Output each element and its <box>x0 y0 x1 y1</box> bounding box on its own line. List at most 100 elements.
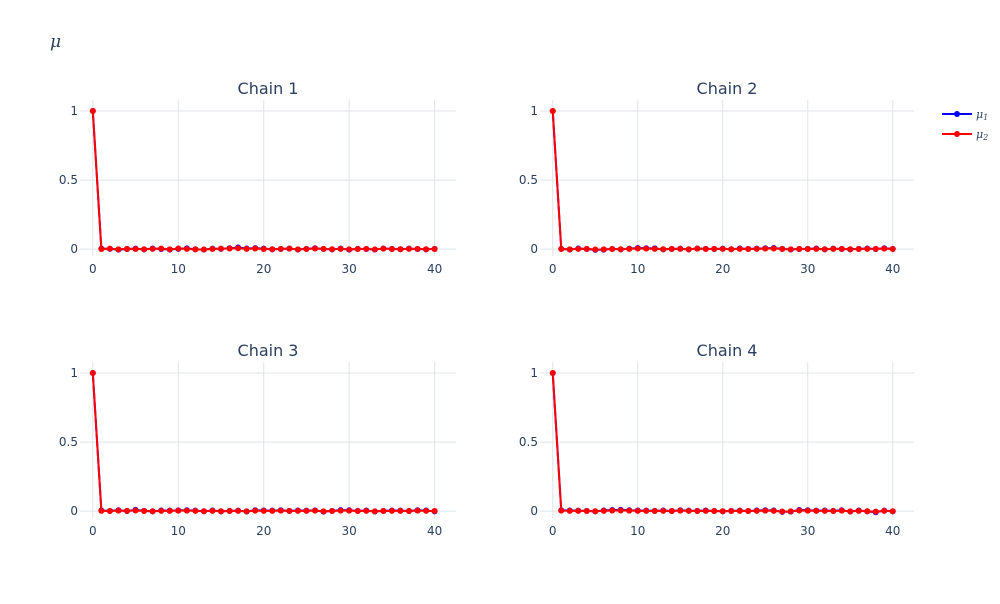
x-tick-label: 30 <box>800 262 815 276</box>
data-point <box>566 246 573 253</box>
data-point <box>634 245 641 252</box>
y-tick-label: 1 <box>530 366 538 380</box>
data-point <box>745 245 752 252</box>
data-point <box>209 507 216 514</box>
data-point <box>132 507 139 514</box>
data-point <box>677 507 684 514</box>
data-point <box>431 245 438 252</box>
data-point <box>303 245 310 252</box>
legend-label: μ1 <box>976 108 988 122</box>
data-point <box>183 507 190 514</box>
data-point <box>269 246 276 253</box>
data-point <box>218 245 224 252</box>
y-tick-label: 0 <box>530 504 538 518</box>
data-point <box>643 507 650 514</box>
data-point <box>796 507 803 514</box>
data-point <box>838 245 845 252</box>
data-point <box>711 245 718 252</box>
data-point <box>549 370 556 377</box>
data-point <box>558 507 565 514</box>
data-point <box>346 507 353 514</box>
data-point <box>745 507 752 514</box>
data-point <box>617 246 624 253</box>
data-point <box>303 507 310 514</box>
data-point <box>226 245 233 252</box>
legend-item: μ2 <box>942 128 988 142</box>
data-point <box>423 246 430 253</box>
data-point <box>592 508 599 515</box>
y-tick-label: 0 <box>70 242 78 256</box>
data-point <box>124 245 130 252</box>
data-point <box>813 245 820 252</box>
data-point <box>175 245 182 252</box>
data-point <box>175 507 182 514</box>
data-point <box>337 507 344 514</box>
data-point <box>770 245 777 252</box>
data-point <box>872 245 879 252</box>
data-point <box>115 507 122 514</box>
data-point <box>685 507 692 514</box>
x-tick-label: 40 <box>885 524 900 538</box>
data-point <box>192 507 199 514</box>
data-point <box>575 507 582 514</box>
data-point <box>753 507 760 514</box>
data-point <box>320 245 327 252</box>
data-point <box>406 245 412 252</box>
data-point <box>694 507 701 514</box>
data-point <box>855 245 862 252</box>
data-point <box>98 507 105 514</box>
legend-label-subscript: 1 <box>983 113 988 122</box>
data-point <box>600 246 607 253</box>
data-point <box>736 245 743 252</box>
subplot-2: Chain 2 0 10 20 30 40 0 0.5 1 <box>519 79 914 276</box>
data-point <box>617 507 624 514</box>
data-point <box>634 507 641 514</box>
data-point <box>380 507 387 514</box>
data-point <box>651 507 658 514</box>
data-point <box>158 507 165 514</box>
data-point <box>609 245 616 252</box>
data-point <box>889 508 896 515</box>
data-point <box>830 245 837 252</box>
data-point <box>124 507 130 514</box>
data-point <box>363 507 370 514</box>
data-point <box>728 507 735 514</box>
x-tick-label: 10 <box>630 524 645 538</box>
subplot-title: Chain 1 <box>238 79 299 98</box>
data-point <box>702 245 709 252</box>
data-point <box>549 108 556 115</box>
y-tick-label: 0 <box>70 504 78 518</box>
y-tick-label: 0.5 <box>519 173 538 187</box>
data-point <box>770 507 777 514</box>
data-point <box>89 370 96 377</box>
data-point <box>804 245 811 252</box>
data-point <box>243 245 250 252</box>
data-point <box>660 246 667 253</box>
data-point <box>89 108 96 115</box>
data-point <box>371 246 378 253</box>
data-point <box>881 245 888 252</box>
legend-item: μ1 <box>942 108 988 122</box>
data-point <box>762 245 769 252</box>
data-point <box>787 508 794 515</box>
subplot-title: Chain 2 <box>697 79 758 98</box>
data-point <box>294 246 301 253</box>
data-point <box>252 507 259 514</box>
x-tick-label: 20 <box>715 524 730 538</box>
data-point <box>838 507 845 514</box>
legend: μ1 μ2 <box>942 108 988 142</box>
data-point <box>600 507 607 514</box>
y-tick-label: 1 <box>70 366 78 380</box>
data-point <box>286 245 293 252</box>
data-point <box>329 246 336 253</box>
data-point <box>864 245 871 252</box>
x-tick-label: 0 <box>549 262 557 276</box>
data-point <box>575 245 582 252</box>
data-point <box>294 507 301 514</box>
data-point <box>260 245 267 252</box>
x-tick-label: 40 <box>427 524 442 538</box>
data-point <box>337 245 344 252</box>
x-tick-label: 10 <box>171 262 186 276</box>
subplot-4: Chain 4 0 10 20 30 40 0 0.5 1 <box>519 341 914 538</box>
data-point <box>235 245 242 252</box>
